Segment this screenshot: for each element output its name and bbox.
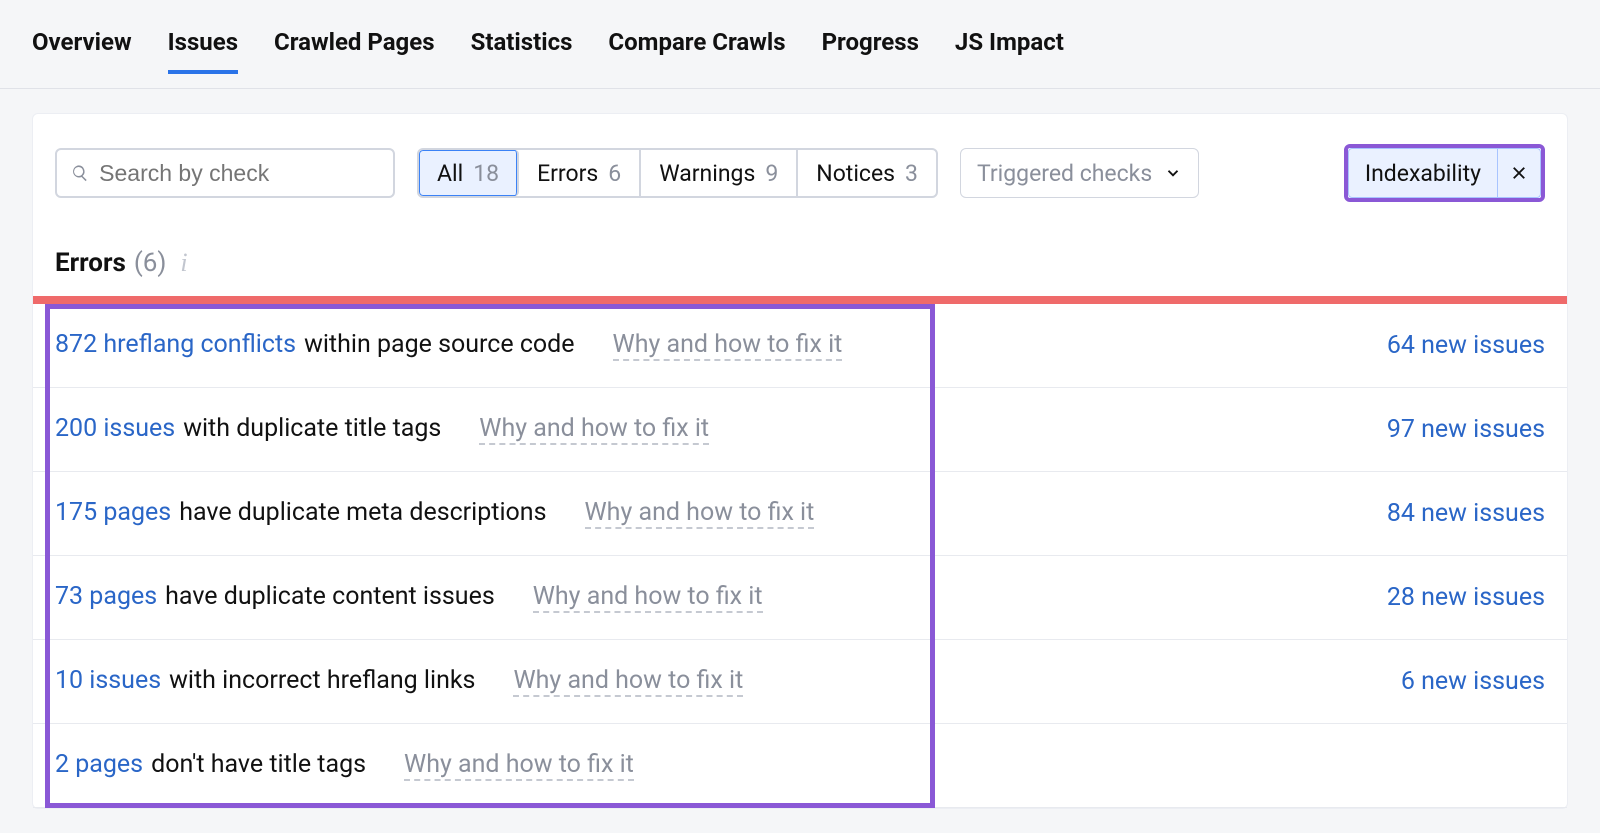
issue-desc: 175 pages have duplicate meta descriptio…	[55, 498, 814, 529]
issues-card: All 18 Errors 6 Warnings 9 Notices 3 Tri…	[32, 113, 1568, 809]
issue-text: have duplicate meta descriptions	[179, 498, 546, 527]
issue-row: 175 pages have duplicate meta descriptio…	[33, 472, 1567, 556]
segment-notices-label: Notices	[816, 160, 895, 187]
segment-notices[interactable]: Notices 3	[798, 150, 936, 196]
segment-errors[interactable]: Errors 6	[519, 150, 641, 196]
issue-text: with incorrect hreflang links	[169, 666, 475, 695]
issue-row: 200 issues with duplicate title tags Why…	[33, 388, 1567, 472]
issue-desc: 200 issues with duplicate title tags Why…	[55, 414, 709, 445]
section-count: (6)	[134, 248, 167, 278]
topnav: Overview Issues Crawled Pages Statistics…	[0, 0, 1600, 89]
issues-list: 872 hreflang conflicts within page sourc…	[33, 304, 1567, 808]
search-input[interactable]	[99, 160, 379, 187]
segment-all-label: All	[437, 160, 463, 187]
issue-link[interactable]: 73 pages	[55, 582, 157, 611]
new-issues-link[interactable]: 28 new issues	[1387, 583, 1545, 612]
tab-progress[interactable]: Progress	[822, 28, 919, 74]
issue-link[interactable]: 200 issues	[55, 414, 175, 443]
close-icon	[1510, 164, 1528, 182]
fix-link[interactable]: Why and how to fix it	[585, 498, 815, 529]
segment-filter: All 18 Errors 6 Warnings 9 Notices 3	[417, 148, 938, 198]
new-issues-link[interactable]: 97 new issues	[1387, 415, 1545, 444]
issue-link[interactable]: 2 pages	[55, 750, 143, 779]
tab-js-impact[interactable]: JS Impact	[955, 28, 1064, 74]
issue-row: 872 hreflang conflicts within page sourc…	[33, 304, 1567, 388]
issue-desc: 872 hreflang conflicts within page sourc…	[55, 330, 842, 361]
section-title: Errors	[55, 248, 126, 278]
new-issues-link[interactable]: 6 new issues	[1401, 667, 1545, 696]
chevron-down-icon	[1164, 164, 1182, 182]
filter-chip-remove[interactable]	[1497, 149, 1540, 197]
info-icon[interactable]: i	[180, 248, 187, 278]
filter-chip-highlight: Indexability	[1344, 144, 1545, 202]
fix-link[interactable]: Why and how to fix it	[404, 750, 634, 781]
fix-link[interactable]: Why and how to fix it	[479, 414, 709, 445]
issue-text: within page source code	[304, 330, 574, 359]
issue-text: don't have title tags	[151, 750, 366, 779]
section-header: Errors (6) i	[33, 212, 1567, 290]
fix-link[interactable]: Why and how to fix it	[513, 666, 743, 697]
dropdown-label: Triggered checks	[977, 160, 1152, 187]
segment-all-count: 18	[473, 160, 499, 187]
segment-warnings-count: 9	[765, 160, 778, 187]
tab-overview[interactable]: Overview	[32, 28, 132, 74]
segment-all[interactable]: All 18	[419, 150, 519, 196]
segment-warnings[interactable]: Warnings 9	[641, 150, 798, 196]
segment-warnings-label: Warnings	[659, 160, 755, 187]
segment-errors-count: 6	[608, 160, 621, 187]
issue-text: have duplicate content issues	[165, 582, 495, 611]
issue-link[interactable]: 175 pages	[55, 498, 171, 527]
issue-desc: 2 pages don't have title tags Why and ho…	[55, 750, 634, 781]
filter-chip-label: Indexability	[1349, 160, 1497, 187]
issue-text: with duplicate title tags	[183, 414, 441, 443]
issue-link[interactable]: 872 hreflang conflicts	[55, 330, 296, 359]
tab-crawled-pages[interactable]: Crawled Pages	[274, 28, 435, 74]
filter-bar: All 18 Errors 6 Warnings 9 Notices 3 Tri…	[33, 114, 1567, 212]
issue-desc: 73 pages have duplicate content issues W…	[55, 582, 763, 613]
triggered-checks-dropdown[interactable]: Triggered checks	[960, 148, 1199, 198]
filter-chip-indexability: Indexability	[1348, 148, 1541, 198]
segment-notices-count: 3	[905, 160, 918, 187]
issue-link[interactable]: 10 issues	[55, 666, 161, 695]
fix-link[interactable]: Why and how to fix it	[533, 582, 763, 613]
new-issues-link[interactable]: 64 new issues	[1387, 331, 1545, 360]
search-box[interactable]	[55, 148, 395, 198]
tab-issues[interactable]: Issues	[168, 28, 238, 74]
errors-divider	[33, 296, 1567, 304]
issue-desc: 10 issues with incorrect hreflang links …	[55, 666, 743, 697]
tab-compare-crawls[interactable]: Compare Crawls	[608, 28, 785, 74]
issue-row: 10 issues with incorrect hreflang links …	[33, 640, 1567, 724]
search-icon	[71, 163, 89, 183]
issue-row: 73 pages have duplicate content issues W…	[33, 556, 1567, 640]
issue-row: 2 pages don't have title tags Why and ho…	[33, 724, 1567, 808]
tab-statistics[interactable]: Statistics	[471, 28, 573, 74]
new-issues-link[interactable]: 84 new issues	[1387, 499, 1545, 528]
segment-errors-label: Errors	[537, 160, 598, 187]
fix-link[interactable]: Why and how to fix it	[613, 330, 843, 361]
